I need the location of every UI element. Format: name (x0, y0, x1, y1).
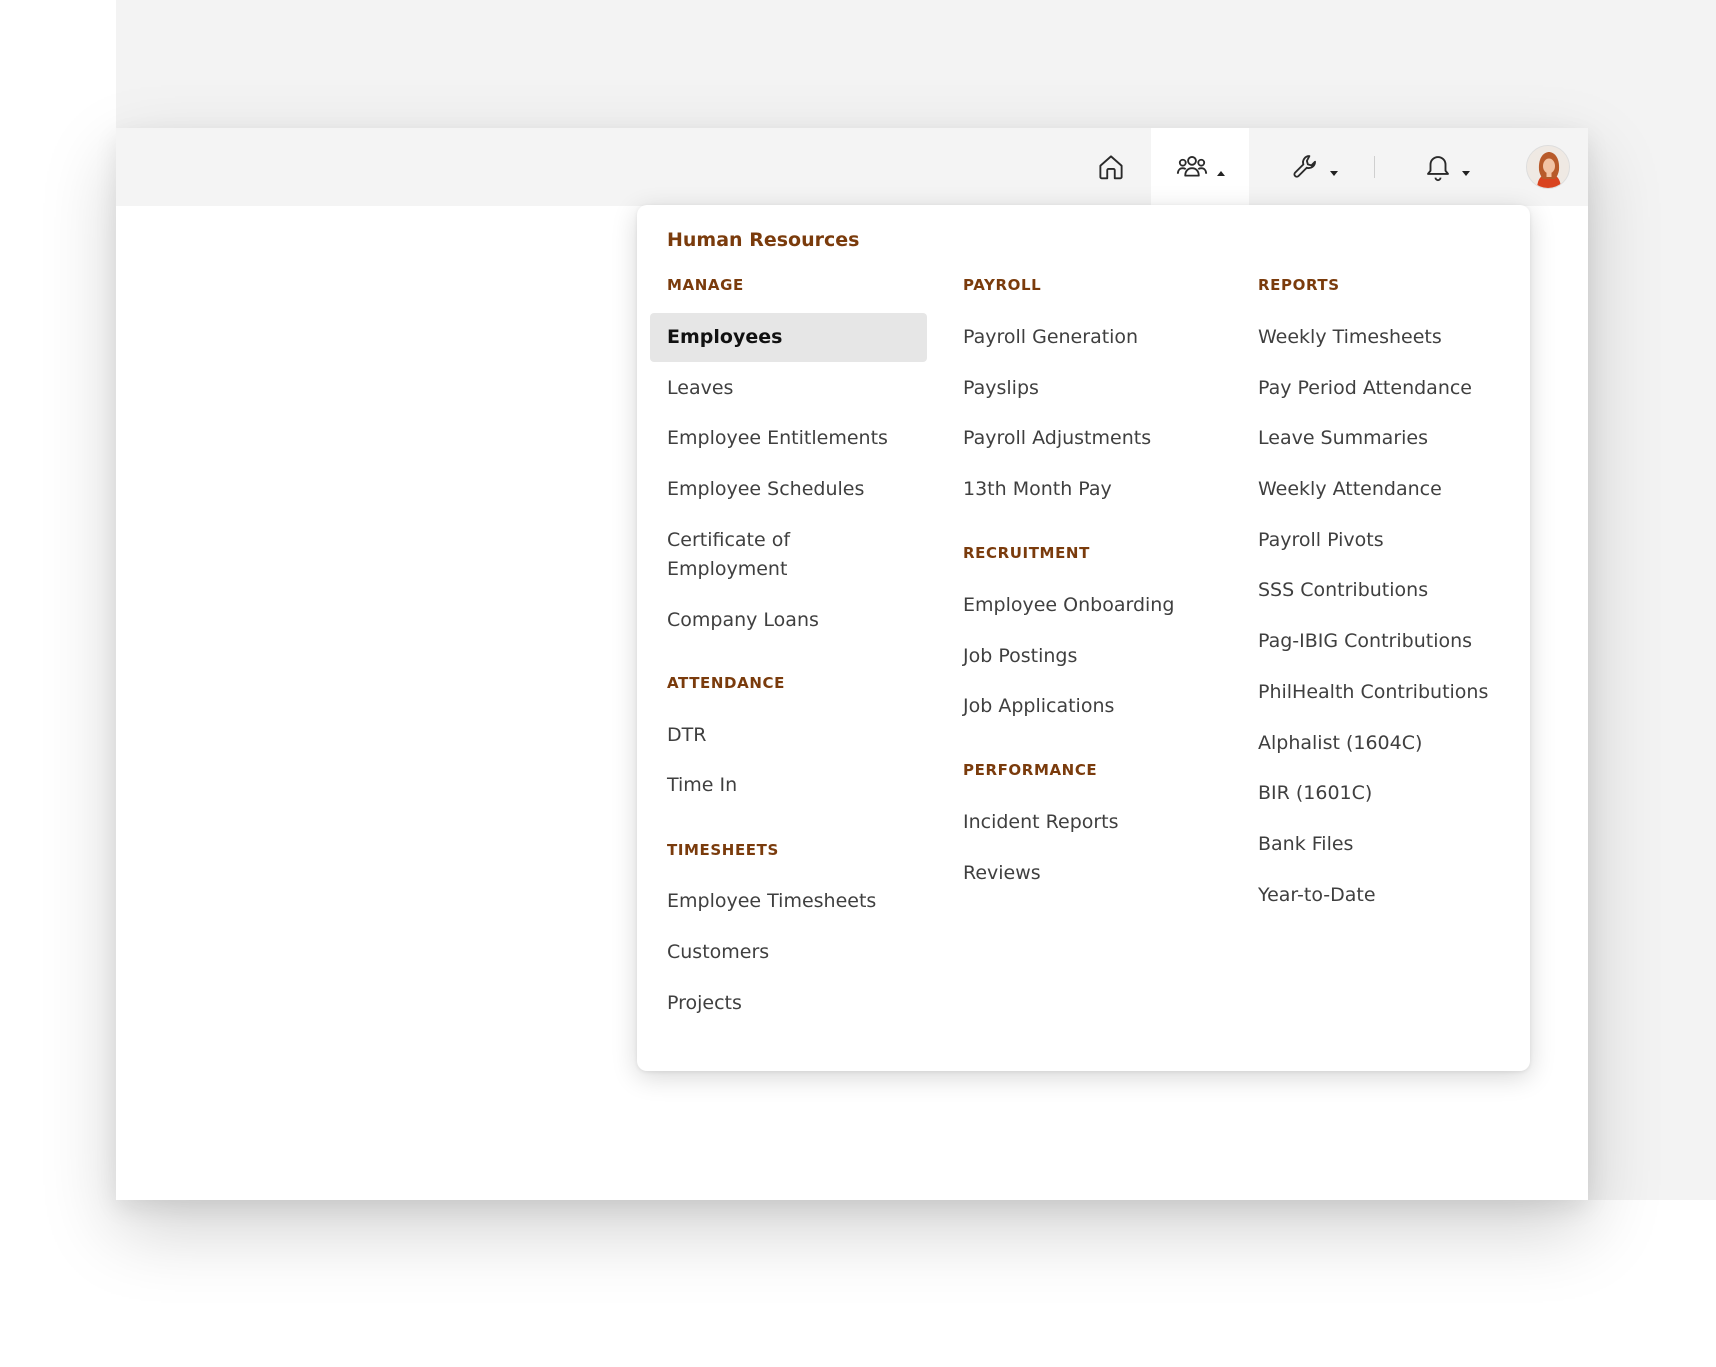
chevron-down-icon (1461, 170, 1470, 176)
section-heading-payroll: PAYROLL (963, 276, 1042, 294)
menu-item-dtr[interactable]: DTR (650, 711, 927, 760)
menu-item-year-to-date[interactable]: Year-to-Date (1241, 871, 1518, 920)
section-heading-manage: MANAGE (667, 276, 744, 294)
home-icon (1096, 152, 1126, 182)
notifications-button[interactable] (1396, 128, 1496, 206)
menu-item-payslips[interactable]: Payslips (946, 364, 1223, 413)
menu-item-employee-entitlements[interactable]: Employee Entitlements (650, 414, 927, 463)
menu-item-employees[interactable]: Employees (650, 313, 927, 362)
menu-item-philhealth-contributions[interactable]: PhilHealth Contributions (1241, 668, 1518, 717)
menu-item-alphalist-1604c[interactable]: Alphalist (1604C) (1241, 719, 1518, 768)
menu-item-time-in[interactable]: Time In (650, 761, 927, 810)
menu-item-job-postings[interactable]: Job Postings (946, 632, 1223, 681)
menu-item-leave-summaries[interactable]: Leave Summaries (1241, 414, 1518, 463)
menu-item-sss-contributions[interactable]: SSS Contributions (1241, 566, 1518, 615)
menu-item-employee-schedules[interactable]: Employee Schedules (650, 465, 927, 514)
human-resources-menu-button[interactable] (1151, 128, 1249, 206)
menu-item-employee-onboarding[interactable]: Employee Onboarding (946, 581, 1223, 630)
menu-item-customers[interactable]: Customers (650, 928, 927, 977)
menu-item-job-applications[interactable]: Job Applications (946, 682, 1223, 731)
menu-item-payroll-adjustments[interactable]: Payroll Adjustments (946, 414, 1223, 463)
menu-title: Human Resources (667, 229, 860, 251)
menu-item-pay-period-attendance[interactable]: Pay Period Attendance (1241, 364, 1518, 413)
menu-item-pag-ibig-contributions[interactable]: Pag-IBIG Contributions (1241, 617, 1518, 666)
human-resources-dropdown: Human Resources MANAGE Employees Leaves … (637, 205, 1530, 1071)
wrench-icon (1291, 152, 1321, 182)
section-heading-attendance: ATTENDANCE (667, 674, 785, 692)
menu-item-projects[interactable]: Projects (650, 979, 927, 1028)
menu-item-bank-files[interactable]: Bank Files (1241, 820, 1518, 869)
menu-item-incident-reports[interactable]: Incident Reports (946, 798, 1223, 847)
menu-item-certificate-of-employment[interactable]: Certificate of Employment (650, 516, 870, 594)
section-heading-timesheets: TIMESHEETS (667, 841, 779, 859)
menu-item-company-loans[interactable]: Company Loans (650, 596, 927, 645)
nav-divider (1374, 156, 1375, 178)
section-heading-performance: PERFORMANCE (963, 761, 1098, 779)
user-avatar[interactable] (1526, 145, 1570, 189)
menu-item-bir-1601c[interactable]: BIR (1601C) (1241, 769, 1518, 818)
menu-item-13th-month-pay[interactable]: 13th Month Pay (946, 465, 1223, 514)
section-heading-reports: REPORTS (1258, 276, 1340, 294)
menu-item-payroll-pivots[interactable]: Payroll Pivots (1241, 516, 1518, 565)
people-icon (1176, 152, 1208, 182)
tools-menu-button[interactable] (1264, 128, 1364, 206)
home-button[interactable] (1066, 128, 1156, 206)
menu-item-reviews[interactable]: Reviews (946, 849, 1223, 898)
section-heading-recruitment: RECRUITMENT (963, 544, 1090, 562)
menu-item-weekly-attendance[interactable]: Weekly Attendance (1241, 465, 1518, 514)
menu-item-leaves[interactable]: Leaves (650, 364, 927, 413)
bell-icon (1423, 152, 1453, 182)
menu-item-employee-timesheets[interactable]: Employee Timesheets (650, 877, 927, 926)
menu-item-weekly-timesheets[interactable]: Weekly Timesheets (1241, 313, 1518, 362)
menu-item-payroll-generation[interactable]: Payroll Generation (946, 313, 1223, 362)
top-nav-bar (116, 128, 1588, 206)
chevron-up-icon (1216, 170, 1225, 176)
chevron-down-icon (1329, 170, 1338, 176)
